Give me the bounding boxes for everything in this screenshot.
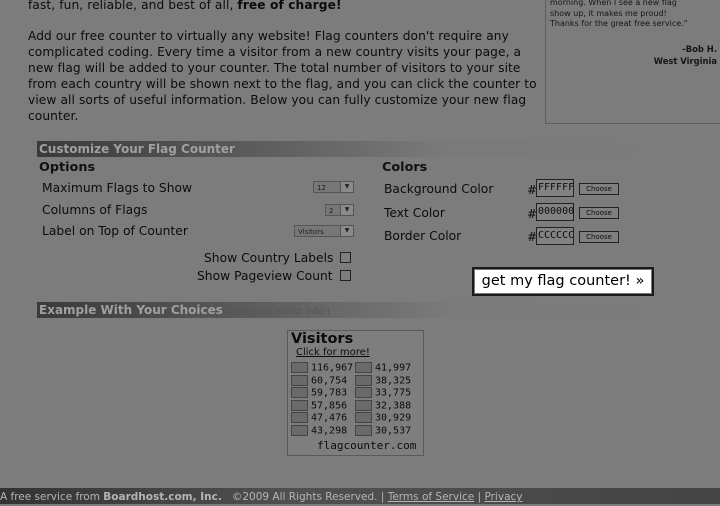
counter-row: 60,754 [291, 374, 348, 387]
footer-copyright: ©2009 All Rights Reserved. [231, 491, 378, 503]
counter-row: 57,856 [291, 399, 348, 412]
visitor-count: 47,476 [311, 412, 348, 424]
chevron-down-icon: ▼ [340, 182, 353, 192]
visitor-count: 57,856 [311, 400, 348, 411]
terms-link[interactable]: Terms of Service [388, 491, 475, 503]
country-flag-icon [355, 399, 372, 411]
country-flag-icon [355, 374, 372, 386]
intro-paragraph: Add our free counter to virtually any we… [28, 29, 537, 123]
counter-brand: flagcounter.com [317, 439, 417, 452]
country-flag-icon [355, 362, 372, 373]
footer-brand: Boardhost.com, Inc. [103, 491, 222, 503]
text-color-choose-button[interactable]: Choose [579, 207, 619, 219]
counter-row: 41,997 [355, 362, 411, 374]
visitor-count: 33,775 [375, 387, 412, 399]
columns-label: Columns of Flags [42, 203, 148, 217]
bg-color-choose-button[interactable]: Choose [579, 183, 619, 195]
testimonial-quote: morning. When I see a new flag show up, … [550, 0, 688, 28]
chevron-down-icon: ▼ [340, 205, 353, 215]
show-pageview-count-label: Show Pageview Count [197, 269, 333, 283]
counter-title: Visitors [291, 331, 354, 347]
visitor-count: 30,537 [375, 425, 412, 436]
country-flag-icon [355, 387, 372, 398]
counter-row: 116,967 [291, 362, 353, 374]
country-flag-icon [291, 362, 308, 373]
visitor-count: 59,783 [311, 387, 348, 399]
chevron-down-icon: ▼ [340, 226, 353, 236]
counter-row: 59,783 [291, 387, 347, 399]
text-color-input[interactable]: 000000 [536, 203, 574, 221]
counter-row: 33,775 [355, 387, 411, 399]
show-country-labels-checkbox[interactable] [340, 252, 351, 263]
country-flag-icon [291, 399, 308, 411]
show-pageview-count-checkbox[interactable] [340, 270, 351, 281]
visitor-count: 60,754 [311, 375, 348, 386]
max-flags-select[interactable]: 12 ▼ [313, 181, 354, 193]
free-of-charge-text: free of charge! [237, 0, 342, 12]
options-heading: Options [39, 160, 96, 175]
privacy-link[interactable]: Privacy [484, 491, 522, 503]
testimonial-author: -Bob H. West Virginia [653, 44, 717, 66]
country-flag-icon [355, 424, 372, 436]
click-for-more-link[interactable]: Click for more! [296, 347, 370, 358]
country-flag-icon [291, 374, 308, 386]
country-flag-icon [355, 412, 372, 423]
intro-tagline: fast, fun, reliable, and best of all, fr… [28, 0, 342, 12]
country-flag-icon [291, 387, 308, 398]
visitor-count: 32,388 [375, 400, 412, 411]
flag-counter-preview[interactable]: Visitors Click for more! 116,967 41,997 60… [287, 330, 424, 456]
bg-color-label: Background Color [384, 182, 494, 196]
footer: A free service from Boardhost.com, Inc. … [0, 488, 720, 504]
visitor-count: 41,997 [375, 362, 412, 374]
counter-row: 47,476 [291, 412, 347, 424]
text-color-label: Text Color [384, 206, 445, 220]
bg-color-input[interactable]: FFFFFF [536, 179, 574, 197]
columns-select[interactable]: 2 ▼ [325, 204, 354, 216]
label-top-label: Label on Top of Counter [42, 224, 188, 238]
counter-row: 30,537 [355, 424, 412, 437]
get-flag-counter-button[interactable]: get my flag counter! » [472, 267, 654, 296]
counter-row: 38,325 [355, 374, 412, 387]
country-flag-icon [291, 424, 308, 436]
counter-row: 32,388 [355, 399, 412, 412]
border-color-input[interactable]: CCCCCC [536, 227, 574, 245]
testimonial-box: morning. When I see a new flag show up, … [545, 0, 720, 124]
colors-heading: Colors [382, 160, 428, 175]
visitor-count: 116,967 [311, 362, 354, 374]
country-flag-icon [291, 412, 308, 423]
visitor-count: 30,929 [375, 412, 412, 424]
border-color-label: Border Color [384, 229, 462, 243]
max-flags-label: Maximum Flags to Show [42, 181, 193, 195]
counter-row: 43,298 [291, 424, 348, 437]
customize-section-header: Customize Your Flag Counter [37, 141, 720, 157]
border-color-choose-button[interactable]: Choose [579, 231, 619, 243]
visitor-count: 38,325 [375, 375, 412, 386]
counter-row: 30,929 [355, 412, 411, 424]
intro-text: fast, fun, reliable, and best of all, fr… [28, 0, 543, 139]
show-country-labels-label: Show Country Labels [204, 251, 334, 265]
example-section-header: Example With Your Choices (using our vis… [37, 302, 720, 318]
label-top-select[interactable]: Visitors ▼ [294, 225, 354, 237]
visitor-count: 43,298 [311, 425, 348, 436]
